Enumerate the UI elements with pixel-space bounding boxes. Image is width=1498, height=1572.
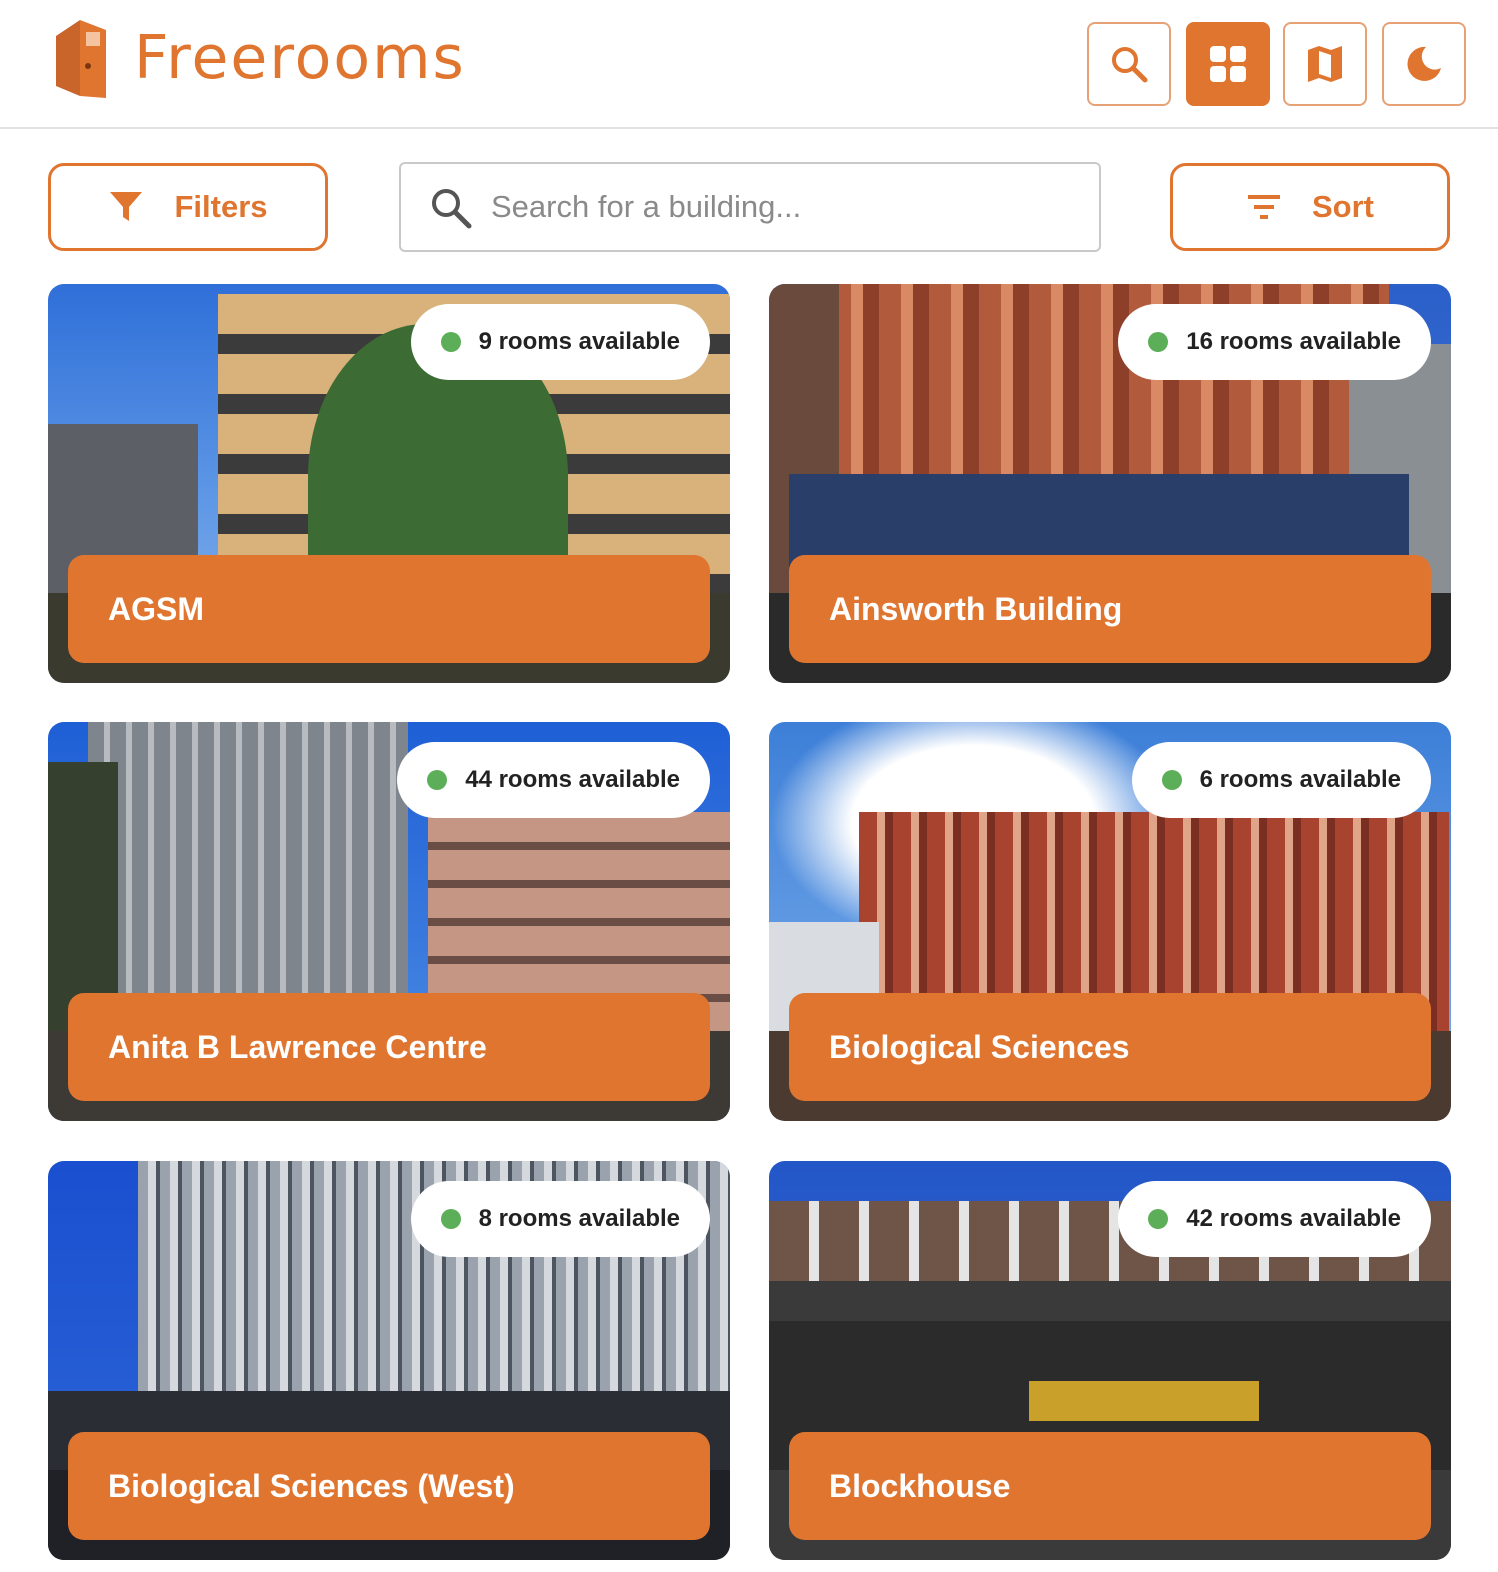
- search-input[interactable]: [491, 164, 1081, 250]
- app-header: Freerooms: [0, 0, 1498, 129]
- availability-text: 16 rooms available: [1186, 328, 1401, 355]
- sort-label: Sort: [1312, 189, 1374, 224]
- search-icon: [432, 189, 472, 229]
- building-card[interactable]: 8 rooms available Biological Sciences (W…: [48, 1161, 730, 1560]
- availability-badge: 8 rooms available: [410, 1181, 710, 1257]
- building-name: Ainsworth Building: [789, 555, 1431, 663]
- status-dot: [440, 1209, 461, 1229]
- availability-text: 42 rooms available: [1186, 1205, 1401, 1232]
- building-card[interactable]: 44 rooms available Anita B Lawrence Cent…: [48, 722, 730, 1121]
- building-name: Biological Sciences: [789, 993, 1431, 1101]
- dark-mode-button[interactable]: [1382, 22, 1466, 106]
- building-card[interactable]: 9 rooms available AGSM: [48, 284, 730, 683]
- building-card[interactable]: 16 rooms available Ainsworth Building: [769, 284, 1451, 683]
- building-search[interactable]: [399, 162, 1101, 252]
- availability-badge: 42 rooms available: [1118, 1181, 1431, 1257]
- building-card[interactable]: 6 rooms available Biological Sciences: [769, 722, 1451, 1121]
- moon-icon: [1407, 46, 1441, 81]
- status-dot: [427, 770, 448, 790]
- status-dot: [1148, 1209, 1169, 1229]
- availability-badge: 9 rooms available: [410, 304, 710, 380]
- availability-text: 9 rooms available: [478, 328, 680, 355]
- search-icon: [1112, 47, 1148, 83]
- grid-view-button[interactable]: [1186, 22, 1270, 106]
- status-dot: [440, 332, 461, 352]
- sort-lines-icon: [1248, 195, 1280, 219]
- building-name: Anita B Lawrence Centre: [68, 993, 710, 1101]
- map-view-button[interactable]: [1283, 22, 1367, 106]
- availability-badge: 16 rooms available: [1118, 304, 1431, 380]
- availability-text: 44 rooms available: [465, 766, 680, 793]
- building-name: Biological Sciences (West): [68, 1432, 710, 1540]
- status-dot: [1161, 770, 1182, 790]
- filters-button[interactable]: Filters: [48, 163, 328, 251]
- building-name: AGSM: [68, 555, 710, 663]
- filter-funnel-icon: [110, 192, 143, 221]
- search-button[interactable]: [1087, 22, 1171, 106]
- sort-button[interactable]: Sort: [1170, 163, 1450, 251]
- status-dot: [1148, 332, 1169, 352]
- map-icon: [1308, 46, 1342, 82]
- door-logo-icon: [56, 20, 106, 98]
- availability-text: 6 rooms available: [1199, 766, 1401, 793]
- filters-label: Filters: [174, 189, 268, 224]
- availability-badge: 44 rooms available: [397, 742, 710, 818]
- building-name: Blockhouse: [789, 1432, 1431, 1540]
- grid-icon: [1210, 46, 1246, 82]
- building-card[interactable]: 42 rooms available Blockhouse: [769, 1161, 1451, 1560]
- app-title[interactable]: Freerooms: [134, 22, 466, 94]
- availability-text: 8 rooms available: [478, 1205, 680, 1232]
- availability-badge: 6 rooms available: [1131, 742, 1431, 818]
